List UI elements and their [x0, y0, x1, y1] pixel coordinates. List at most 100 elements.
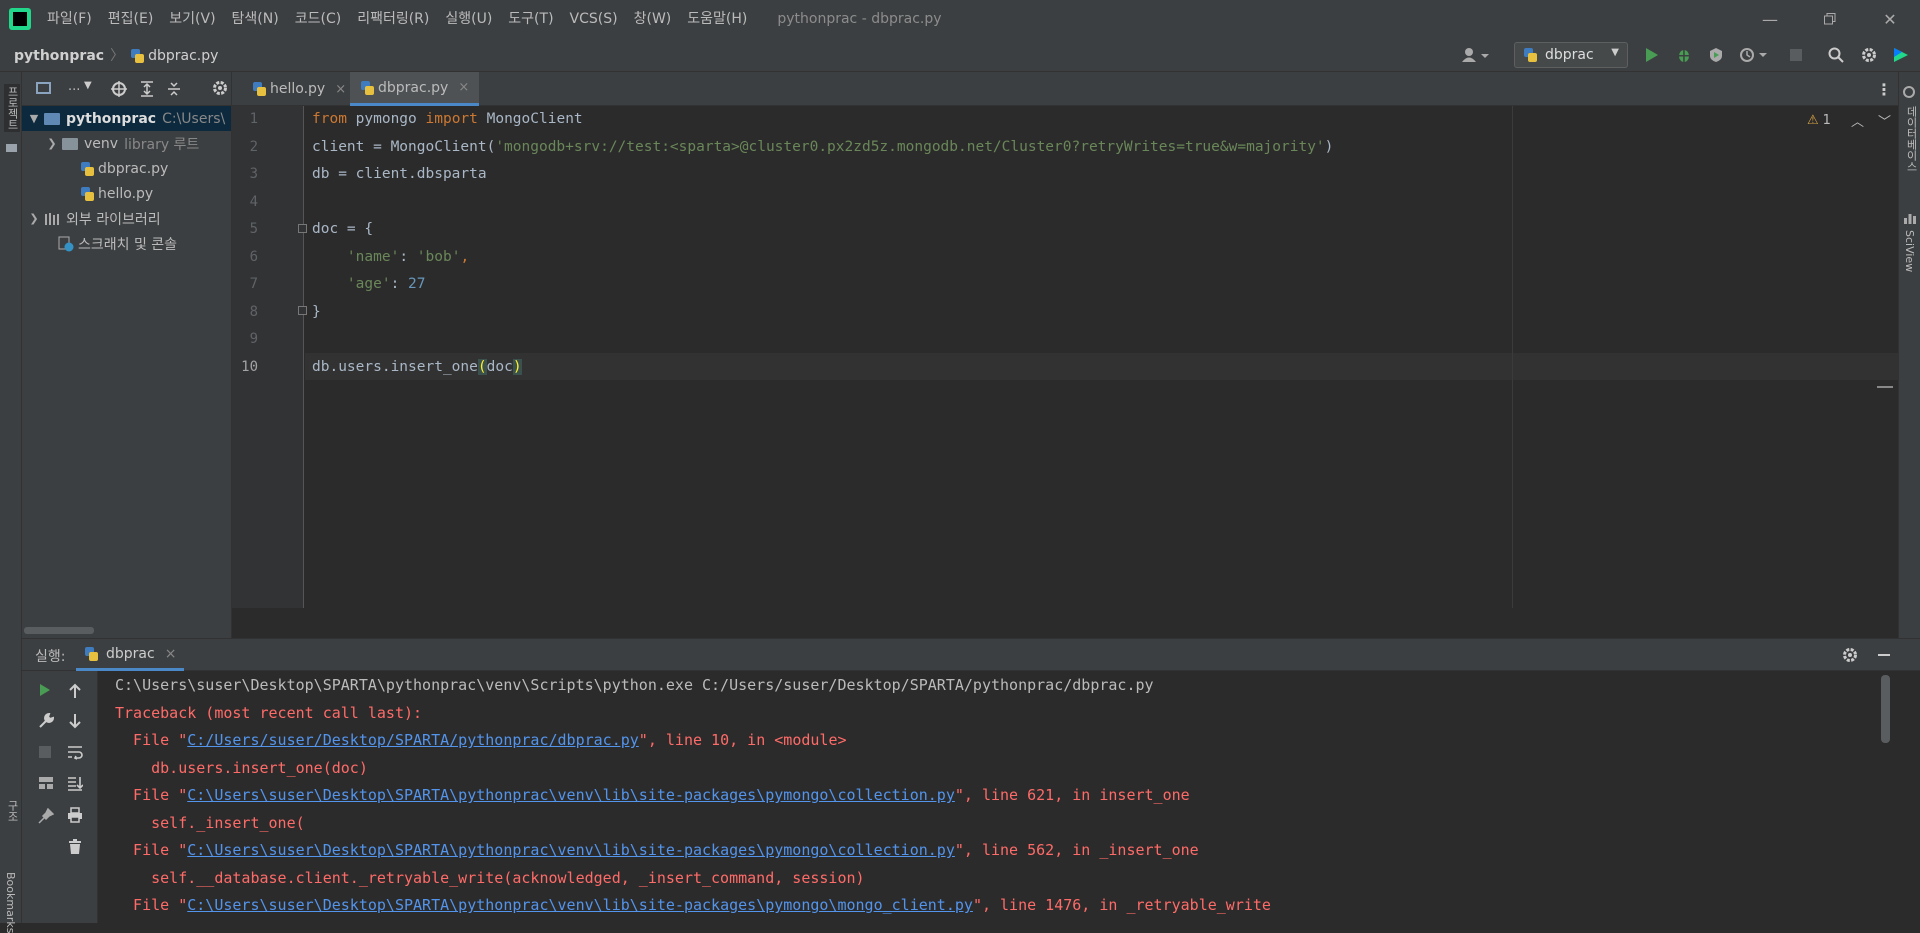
hide-panel-icon[interactable]	[1878, 654, 1890, 656]
keyword: import	[425, 111, 478, 127]
tree-item-scratches[interactable]: 스크래치 및 콘솔	[22, 231, 231, 256]
project-view-icon[interactable]	[36, 82, 51, 94]
run-tab-dbprac[interactable]: dbprac ×	[76, 639, 185, 671]
project-panel: ... ▼ ▼ pythonprac C:\Users\ ❯ venv library …	[22, 72, 232, 638]
file-link[interactable]: C:/Users/suser/Desktop/SPARTA/pythonprac…	[187, 731, 639, 749]
rerun-icon[interactable]	[39, 683, 51, 697]
horizontal-scrollbar[interactable]	[24, 627, 94, 634]
code-text: doc	[486, 358, 513, 375]
folder-icon	[6, 144, 17, 152]
soft-wrap-icon[interactable]	[67, 744, 83, 760]
run-icon[interactable]	[1643, 46, 1661, 64]
user-account-icon[interactable]	[1460, 46, 1490, 64]
layout-icon[interactable]	[38, 776, 54, 790]
close-run-tab-icon[interactable]: ×	[165, 646, 177, 662]
menu-edit[interactable]: 편집(E)	[100, 0, 162, 38]
breadcrumb-file[interactable]: dbprac.py	[148, 48, 218, 64]
menu-navigate[interactable]: 탐색(N)	[224, 0, 287, 38]
toolbox-app-icon[interactable]	[1892, 46, 1910, 64]
breadcrumb-project[interactable]: pythonprac	[14, 48, 104, 64]
chevron-right-icon[interactable]: ❯	[44, 137, 60, 150]
tree-item-external-libraries[interactable]: ❯ 외부 라이브러리	[22, 206, 231, 231]
chevron-down-icon[interactable]: ﹀	[1878, 111, 1891, 130]
folder-icon	[62, 137, 78, 150]
scroll-up-arrow-icon[interactable]	[68, 683, 82, 699]
menu-vcs[interactable]: VCS(S)	[562, 0, 626, 38]
database-tool-tab[interactable]: 데이터베이스	[1903, 106, 1919, 172]
run-with-coverage-icon[interactable]	[1707, 46, 1725, 64]
file-link[interactable]: C:\Users\suser\Desktop\SPARTA\pythonprac…	[187, 786, 955, 804]
close-tab-icon[interactable]: ×	[335, 82, 346, 97]
options-gear-icon[interactable]	[212, 80, 228, 96]
navigation-bar: pythonprac 〉 dbprac.py dbprac ▼	[0, 38, 1920, 72]
fold-marker-icon[interactable]	[298, 306, 307, 315]
tree-item-file[interactable]: dbprac.py	[22, 156, 231, 181]
chevron-up-icon[interactable]: ︿	[1851, 111, 1864, 130]
expand-all-icon[interactable]	[139, 80, 155, 98]
run-settings-gear-icon[interactable]	[1842, 647, 1858, 663]
line-number: 2	[249, 138, 258, 155]
stop-icon[interactable]	[39, 746, 51, 758]
chevron-right-icon[interactable]: ❯	[26, 212, 42, 225]
tree-item-file[interactable]: hello.py	[22, 181, 231, 206]
restore-button[interactable]	[1800, 0, 1860, 38]
string-literal: 'mongodb+srv://test:<sparta>@cluster0.px…	[495, 138, 1325, 155]
file-link[interactable]: C:\Users\suser\Desktop\SPARTA\pythonprac…	[187, 841, 955, 859]
error-stripe-mark[interactable]	[1877, 386, 1893, 388]
code-line: db = client.dbsparta	[312, 166, 487, 182]
console-code-line: db.users.insert_one(doc)	[115, 758, 368, 777]
tree-item-venv[interactable]: ❯ venv library 루트	[22, 131, 231, 156]
run-configuration-select[interactable]: dbprac ▼	[1514, 42, 1628, 68]
inspection-widget[interactable]: ⚠ 1 ︿ ﹀	[1807, 111, 1891, 130]
project-tool-tab[interactable]: 프로젝트	[4, 84, 20, 132]
string-literal: 'bob'	[416, 248, 461, 265]
console-vertical-scrollbar[interactable]	[1881, 675, 1890, 743]
python-file-icon	[80, 161, 94, 176]
editor-tabs: hello.py × dbprac.py × ⋮	[232, 72, 1898, 106]
menu-window[interactable]: 창(W)	[626, 0, 680, 38]
console-output[interactable]: C:\Users\suser\Desktop\SPARTA\pythonprac…	[98, 671, 1920, 923]
close-window-button[interactable]: ✕	[1860, 0, 1920, 38]
clear-trash-icon[interactable]	[68, 839, 82, 855]
bookmarks-tool-tab[interactable]: Bookmarks	[4, 872, 17, 933]
chevron-down-icon[interactable]: ▼	[84, 80, 92, 91]
structure-tool-tab[interactable]: 구조	[4, 800, 20, 822]
menu-file[interactable]: 파일(F)	[39, 0, 100, 38]
menu-code[interactable]: 코드(C)	[287, 0, 349, 38]
stop-icon[interactable]	[1787, 46, 1805, 64]
debug-icon[interactable]	[1675, 46, 1693, 64]
run-config-label: dbprac	[1545, 47, 1594, 63]
scroll-down-arrow-icon[interactable]	[68, 713, 82, 729]
menu-tools[interactable]: 도구(T)	[500, 0, 561, 38]
print-icon[interactable]	[67, 807, 83, 823]
run-tab-label: dbprac	[106, 645, 155, 662]
code-editor[interactable]: 1 2 3 4 5 6 7 8 9 10 from pymongo import…	[232, 106, 1898, 608]
locate-file-icon[interactable]	[110, 80, 128, 98]
search-icon[interactable]	[1827, 46, 1845, 64]
more-tabs-icon[interactable]: ⋮	[1876, 80, 1892, 99]
console-code-line: self.__database.client._retryable_write(…	[115, 868, 865, 887]
editor-gutter: 1 2 3 4 5 6 7 8 9 10	[232, 106, 307, 608]
tab-dbprac-py[interactable]: dbprac.py ×	[350, 72, 480, 106]
pin-icon[interactable]	[38, 808, 54, 824]
edit-config-wrench-icon[interactable]	[38, 713, 54, 729]
profile-icon[interactable]	[1737, 46, 1771, 64]
close-tab-icon[interactable]: ×	[458, 80, 469, 95]
menu-view[interactable]: 보기(V)	[161, 0, 223, 38]
menu-run[interactable]: 실행(U)	[437, 0, 500, 38]
venv-hint: library 루트	[124, 136, 200, 153]
fold-marker-icon[interactable]	[298, 224, 307, 233]
minimize-button[interactable]: —	[1740, 0, 1800, 38]
tree-item-root[interactable]: ▼ pythonprac C:\Users\	[22, 106, 231, 131]
menu-help[interactable]: 도움말(H)	[679, 0, 755, 38]
sciview-tool-tab[interactable]: SciView	[1903, 230, 1916, 272]
scroll-to-end-icon[interactable]	[67, 775, 83, 791]
tab-label: dbprac.py	[378, 79, 449, 96]
project-view-selector[interactable]: ...	[68, 79, 80, 94]
menu-refactor[interactable]: 리팩터링(R)	[349, 0, 437, 38]
chevron-down-icon[interactable]: ▼	[26, 112, 42, 125]
collapse-all-icon[interactable]	[166, 80, 182, 98]
tab-hello-py[interactable]: hello.py ×	[242, 72, 356, 106]
settings-gear-icon[interactable]	[1860, 46, 1878, 64]
file-link[interactable]: C:\Users\suser\Desktop\SPARTA\pythonprac…	[187, 896, 973, 914]
